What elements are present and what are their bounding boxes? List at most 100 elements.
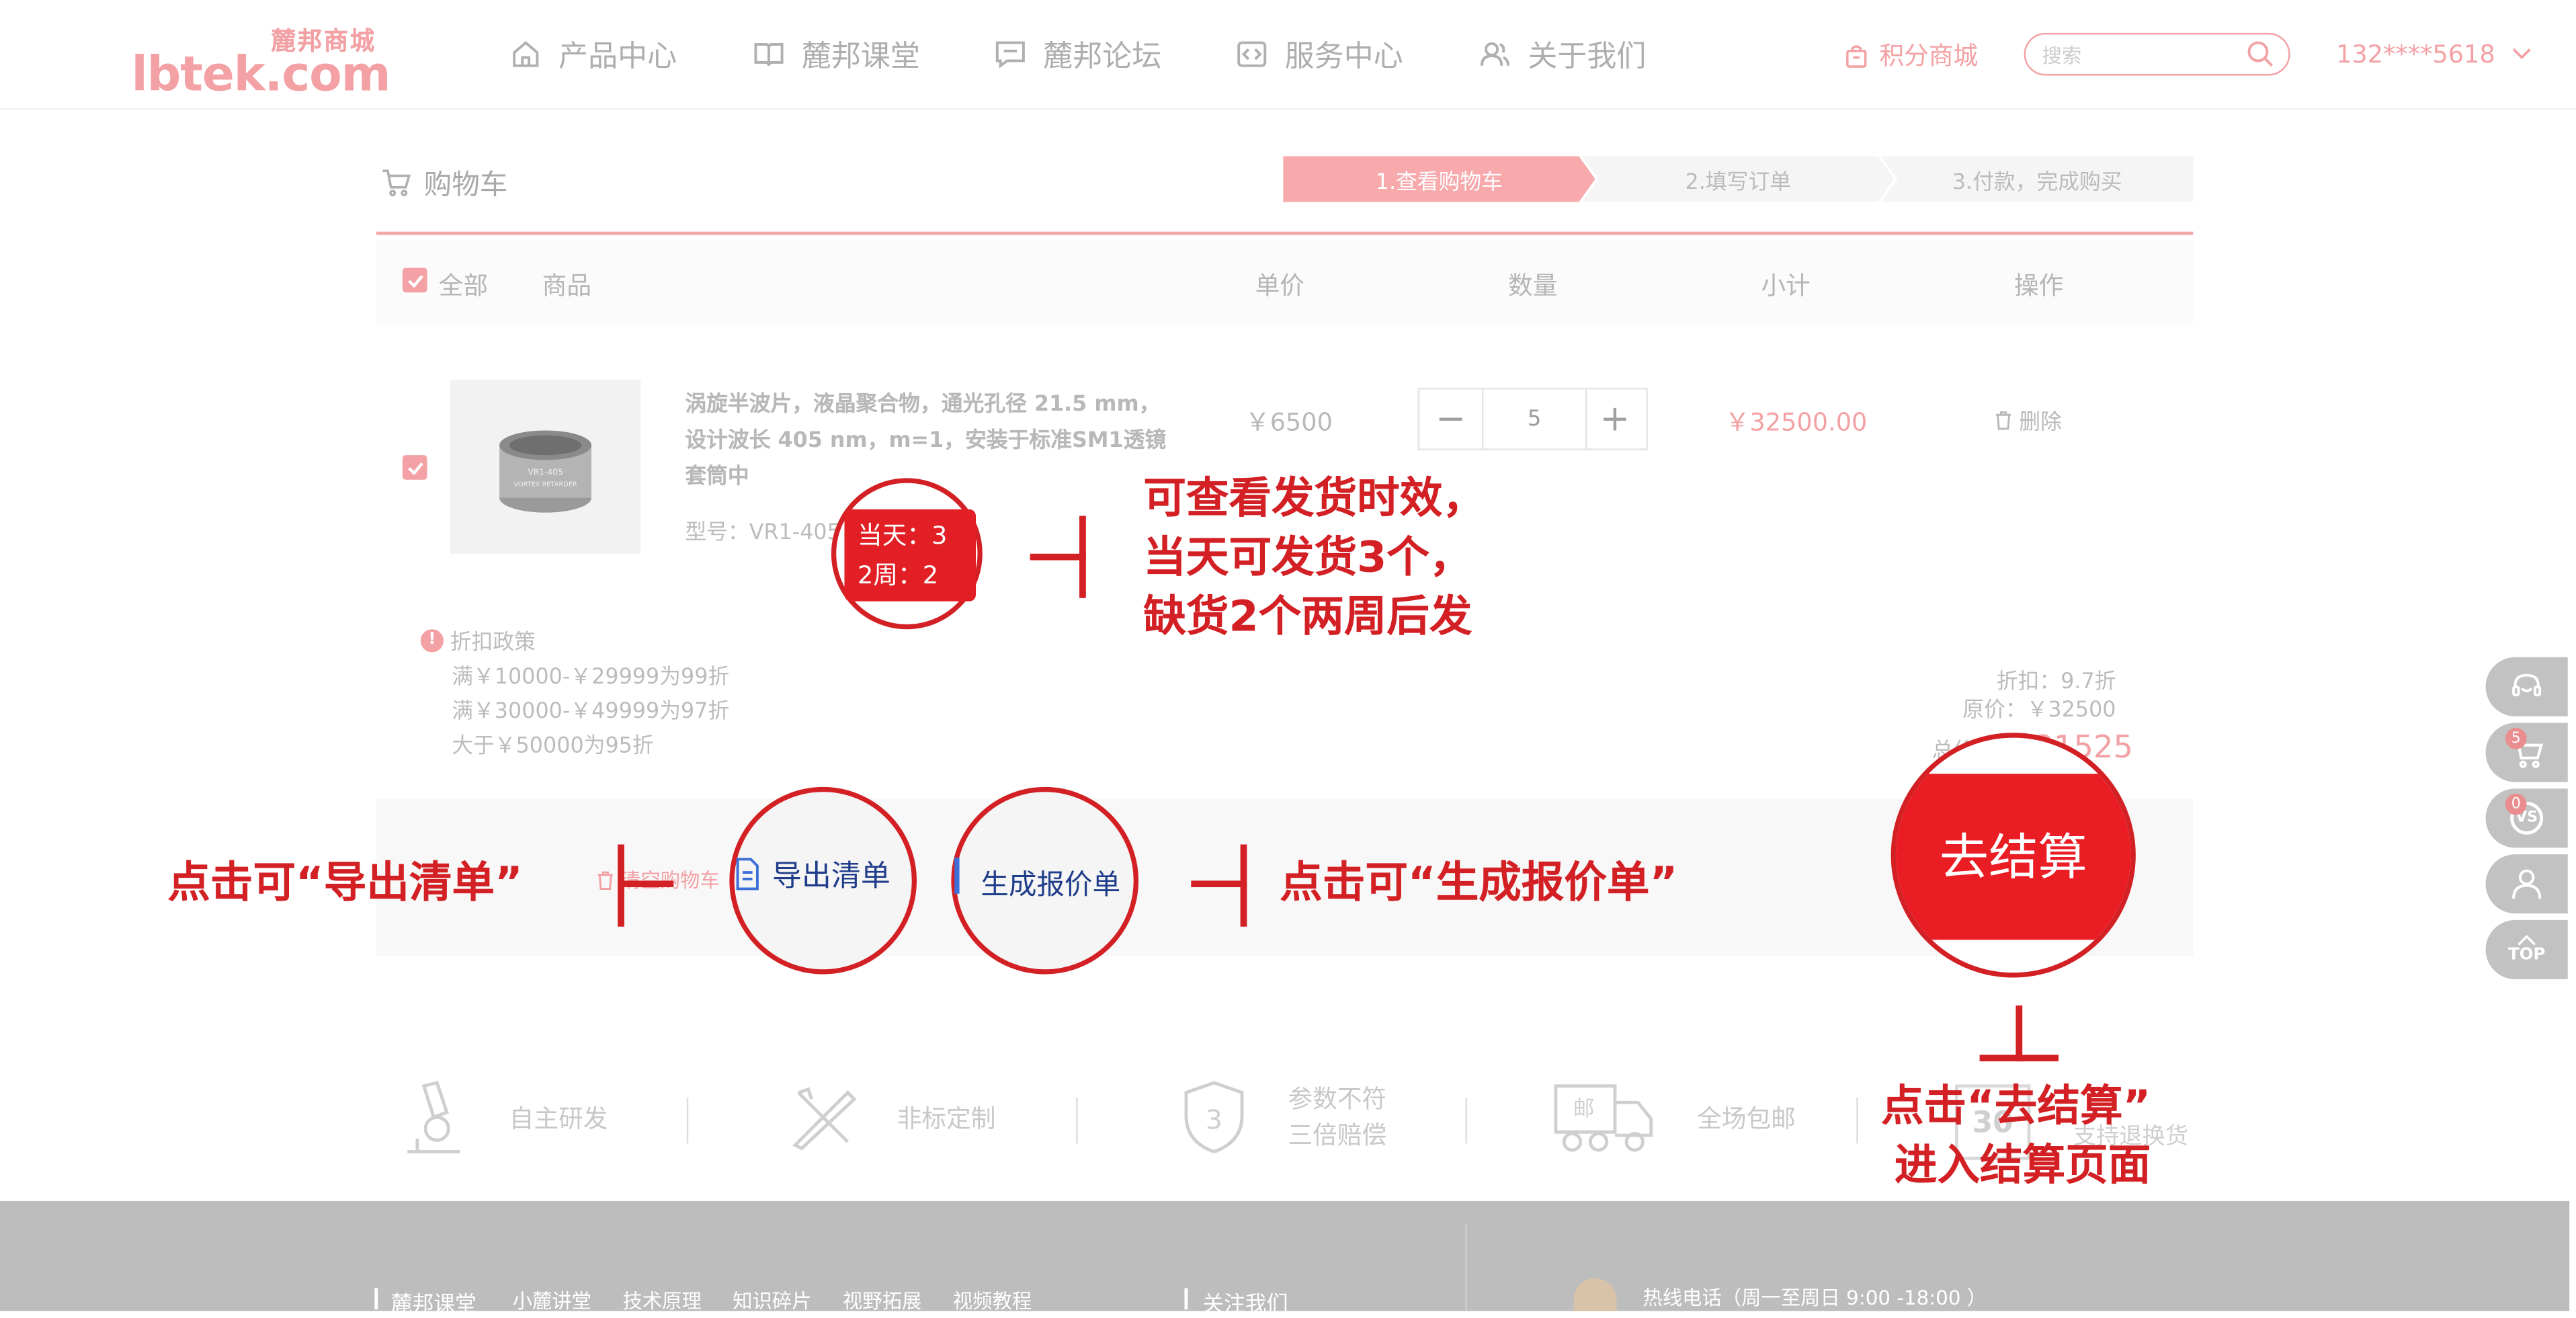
delete-label: 删除: [2019, 411, 2062, 436]
feature-divider: [1465, 1097, 1467, 1144]
nav-service[interactable]: 服务中心: [1235, 33, 1403, 76]
cart-icon: [382, 169, 411, 196]
discount-rule: 满￥10000-￥29999为99折: [452, 665, 730, 690]
col-qty: 数量: [1508, 271, 1558, 301]
cart-title: 购物车: [381, 161, 507, 202]
discount-policy-title: ! 折扣政策: [420, 624, 536, 656]
feature-compensation-text: 参数不符 三倍赔偿: [1288, 1081, 1386, 1153]
annotation-connector: [2016, 1005, 2023, 1062]
nav-products-label: 产品中心: [558, 39, 677, 75]
check-icon: [407, 461, 423, 475]
home-icon: [513, 40, 539, 67]
trash-icon: [1996, 410, 2011, 429]
search-icon[interactable]: [2246, 40, 2276, 69]
export-list-button[interactable]: 导出清单: [736, 853, 890, 896]
microscope-icon: [407, 1081, 460, 1154]
feature-free-shipping-label: 全场包邮: [1697, 1103, 1796, 1133]
product-image[interactable]: VR1-405 VORTEX RETARDER: [450, 379, 641, 554]
lens-label-type: VORTEX RETARDER: [513, 481, 577, 489]
nav-about-label: 关于我们: [1528, 39, 1647, 75]
compare-button[interactable]: 0 VS: [2485, 788, 2568, 848]
quantity-input[interactable]: 5: [1481, 389, 1587, 449]
customer-service-button[interactable]: [2485, 657, 2568, 716]
hotline: 热线电话（周一至周日 9:00 -18:00 ）: [1643, 1286, 1987, 1310]
cart-title-text: 购物车: [423, 169, 508, 202]
nav-forum[interactable]: 麓邦论坛: [994, 33, 1161, 76]
footer-link[interactable]: 视频教程: [953, 1286, 1032, 1315]
item-subtotal: ￥32500.00: [1725, 407, 1868, 438]
divider: [376, 231, 2194, 235]
checkout-annotation-line: 进入结算页面: [1894, 1141, 2151, 1192]
discount-rule: 满￥30000-￥49999为97折: [452, 700, 730, 725]
generate-quote-button[interactable]: 生成报价单: [981, 861, 1120, 902]
search-input[interactable]: [2038, 39, 2243, 73]
logo[interactable]: lbtek.com: [132, 46, 391, 101]
user-center-button[interactable]: [2485, 854, 2568, 914]
shield-3-icon: 3: [1184, 1081, 1244, 1154]
stock-annotation-line: 可查看发货时效，: [1143, 475, 1485, 524]
nav-classroom[interactable]: 麓邦课堂: [753, 33, 920, 76]
footer-link[interactable]: 视野拓展: [843, 1286, 921, 1315]
feature-free-shipping: 邮 全场包邮: [1552, 1076, 1796, 1158]
points-mall-label: 积分商城: [1879, 41, 1979, 71]
stock-annotation-line: 缺货2个两周后发: [1143, 593, 1472, 643]
product-title[interactable]: 涡旋半波片，液晶聚合物，通光孔径 21.5 mm，设计波长 405 nm，m=1…: [685, 388, 1174, 496]
nav-forum-label: 麓邦论坛: [1043, 39, 1162, 75]
nav-about[interactable]: 关于我们: [1479, 33, 1646, 76]
floating-cart-button[interactable]: 5: [2485, 723, 2568, 782]
page: 麓邦商城 lbtek.com 产品中心 麓邦课堂 麓邦论坛 服务中心 关于我们 …: [0, 0, 2576, 1317]
footer-link[interactable]: 小麓讲堂: [513, 1286, 591, 1315]
trash-icon: [597, 870, 613, 889]
export-annotation: 点击可“导出清单”: [167, 859, 523, 909]
col-all: 全部: [438, 271, 489, 301]
feature-divider: [1856, 1097, 1858, 1144]
user-menu[interactable]: 132****5618: [2336, 40, 2531, 69]
people-icon: [1480, 42, 1510, 66]
gift-bag-icon: [1846, 44, 1867, 67]
item-checkbox[interactable]: [402, 455, 427, 480]
cart-count-badge: 5: [2505, 727, 2527, 749]
footer-marker: [1184, 1288, 1188, 1310]
clear-cart-label: 清空购物车: [621, 866, 720, 894]
footer-link[interactable]: 知识碎片: [733, 1286, 811, 1315]
forum-icon: [995, 41, 1025, 69]
user-phone: 132****5618: [2336, 39, 2495, 69]
col-price: 单价: [1255, 271, 1304, 301]
increase-button[interactable]: +: [1583, 389, 1646, 448]
select-all-checkbox[interactable]: [402, 267, 427, 293]
back-to-top-button[interactable]: TOP: [2485, 919, 2568, 979]
feature-custom-label: 非标定制: [897, 1103, 996, 1133]
col-product: 商品: [542, 271, 592, 301]
document-icon: [954, 858, 960, 894]
footer-follow-title: 关注我们: [1202, 1292, 1288, 1318]
discount-policy-label: 折扣政策: [450, 630, 536, 656]
quantity-stepper: − 5 +: [1417, 387, 1648, 450]
feature-compensation-line2: 三倍赔偿: [1288, 1120, 1387, 1151]
product-model: 型号：VR1-405: [685, 520, 841, 546]
arrow-up-icon: [2518, 934, 2536, 946]
footer-classroom-title[interactable]: 麓邦课堂: [391, 1286, 476, 1318]
lens-mount-image: VR1-405 VORTEX RETARDER: [499, 430, 592, 513]
decrease-button[interactable]: −: [1419, 389, 1482, 448]
compare-count-badge: 0: [2505, 793, 2527, 815]
footer-link[interactable]: 技术原理: [622, 1286, 701, 1315]
nav-products[interactable]: 产品中心: [509, 33, 677, 76]
annotation-connector: [1079, 516, 1086, 598]
quote-annotation: 点击可“生成报价单”: [1280, 859, 1678, 909]
feature-compensation-line1: 参数不符: [1288, 1084, 1387, 1114]
step-pay: 3.付款，完成购买: [1880, 156, 2194, 202]
original-price: 原价：￥32500: [1962, 698, 2116, 723]
discount-rule: 大于￥50000为95折: [452, 734, 654, 759]
check-icon: [407, 274, 423, 287]
document-icon: [736, 858, 759, 891]
annotation-connector: [1030, 553, 1086, 561]
points-mall-link[interactable]: 积分商城: [1843, 38, 1978, 72]
annotation-connector: [618, 880, 674, 888]
feature-rnd-label: 自主研发: [509, 1103, 608, 1133]
footer-divider: [1465, 1224, 1467, 1311]
checkout-button[interactable]: 去结算: [1891, 817, 2136, 889]
unit-price: ￥6500: [1245, 407, 1333, 438]
delete-button[interactable]: 删除: [1995, 404, 2062, 436]
feature-divider: [686, 1097, 689, 1144]
clear-cart-button[interactable]: 清空购物车: [596, 866, 720, 894]
